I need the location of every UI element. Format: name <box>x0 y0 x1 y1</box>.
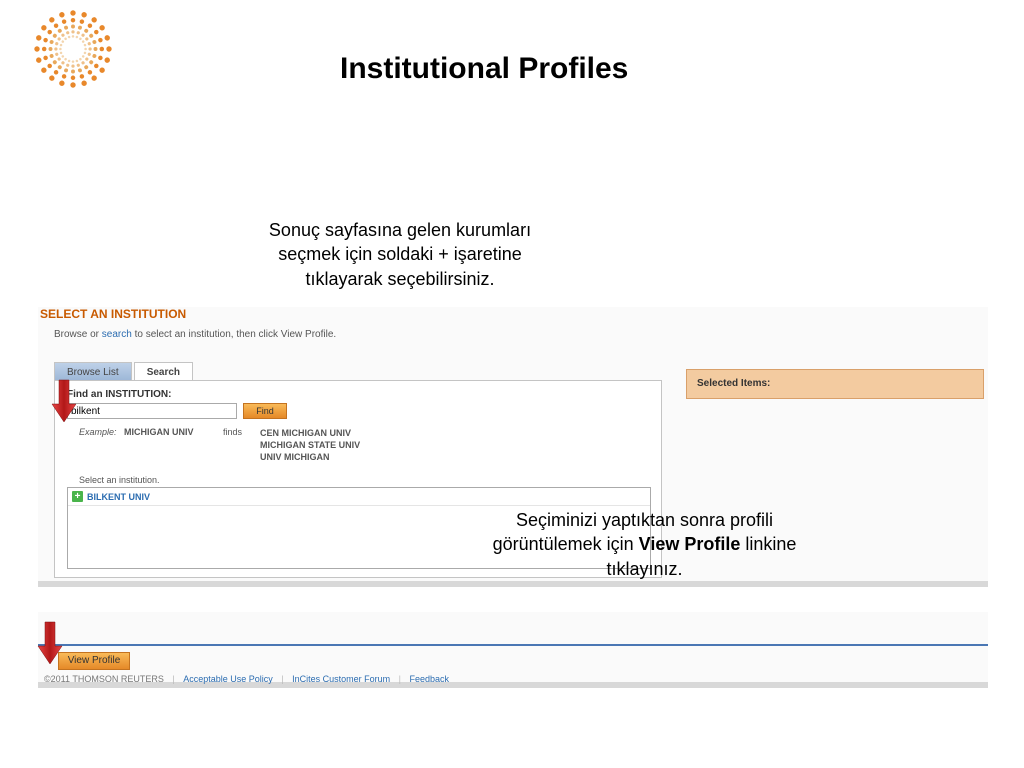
select-instruction: Select an institution. <box>79 475 160 485</box>
sub-instruction: Browse or search to select an institutio… <box>54 329 336 340</box>
institution-search-input[interactable] <box>67 403 237 419</box>
footer-links: ©2011 THOMSON REUTERS | Acceptable Use P… <box>40 674 453 684</box>
divider-line <box>38 644 988 646</box>
find-button[interactable]: Find <box>243 403 287 419</box>
footer-feedback-link[interactable]: Feedback <box>410 674 450 684</box>
footer-forum-link[interactable]: InCites Customer Forum <box>292 674 390 684</box>
plus-icon[interactable]: + <box>72 491 83 502</box>
view-profile-button[interactable]: View Profile <box>58 652 130 670</box>
caption-bottom: Seçiminizi yaptıktan sonra profili görün… <box>447 508 842 581</box>
find-institution-label: Find an INSTITUTION: <box>67 389 171 400</box>
selected-items-panel: Selected Items: <box>686 369 984 399</box>
caption-top: Sonuç sayfasına gelen kurumları seçmek i… <box>235 218 565 291</box>
institution-name: BILKENT UNIV <box>87 492 150 502</box>
example-finds: finds <box>223 427 242 437</box>
red-arrow-icon <box>36 620 64 671</box>
thomson-reuters-logo <box>28 4 118 94</box>
page-title: Institutional Profiles <box>340 52 628 86</box>
list-item[interactable]: + BILKENT UNIV <box>68 488 650 506</box>
example-results: CEN MICHIGAN UNIV MICHIGAN STATE UNIV UN… <box>260 427 360 463</box>
selected-items-label: Selected Items: <box>697 378 973 389</box>
screenshot-bottom: View Profile ©2011 THOMSON REUTERS | Acc… <box>38 612 988 688</box>
example-label: Example: MICHIGAN UNIV <box>79 427 194 437</box>
tab-search[interactable]: Search <box>134 362 193 382</box>
search-link[interactable]: search <box>102 329 132 340</box>
red-arrow-icon <box>50 378 78 429</box>
footer-aup-link[interactable]: Acceptable Use Policy <box>183 674 273 684</box>
select-institution-heading: SELECT AN INSTITUTION <box>40 307 186 321</box>
